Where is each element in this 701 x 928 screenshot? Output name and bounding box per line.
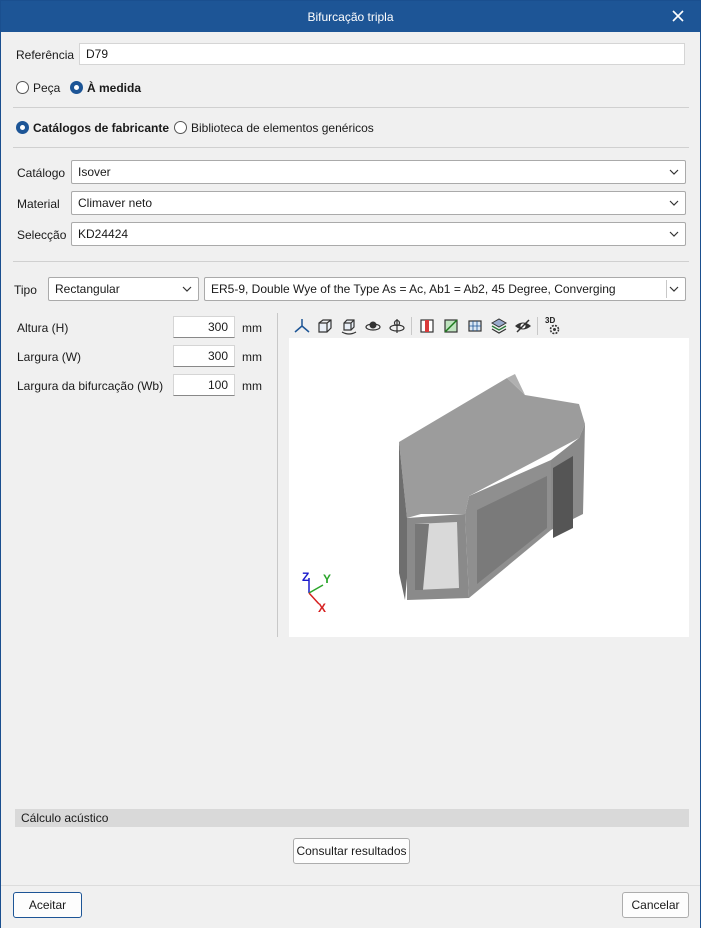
gear-icon <box>549 324 560 335</box>
y-axis-label: Y <box>323 572 331 586</box>
seleccao-label: Selecção <box>17 228 67 242</box>
axes-icon[interactable] <box>293 317 311 335</box>
catalogos-radio[interactable] <box>16 121 29 134</box>
biblioteca-label[interactable]: Biblioteca de elementos genéricos <box>191 121 374 135</box>
tipo-model-select[interactable]: ER5-9, Double Wye of the Type As = Ac, A… <box>204 277 686 301</box>
duct-3d-model: Z Y X <box>302 374 585 615</box>
referencia-label: Referência <box>16 48 75 62</box>
duct-right-opening <box>553 456 573 538</box>
catalogos-label[interactable]: Catálogos de fabricante <box>33 121 169 135</box>
divider <box>13 147 689 148</box>
peca-label[interactable]: Peça <box>33 81 60 95</box>
close-icon[interactable] <box>670 8 686 24</box>
medida-radio[interactable] <box>70 81 83 94</box>
dialog-footer <box>1 885 700 928</box>
cancel-button[interactable]: Cancelar <box>622 892 689 918</box>
tipo-shape-value: Rectangular <box>55 282 120 296</box>
z-axis-label: Z <box>302 570 309 584</box>
y-axis-line <box>308 584 324 594</box>
3d-viewer[interactable]: Z Y X <box>289 338 689 637</box>
largura-bifurcacao-label: Largura da bifurcação (Wb) <box>17 379 164 393</box>
window-title: Bifurcação tripla <box>307 10 394 24</box>
grid-icon[interactable] <box>466 317 484 335</box>
cube-icon[interactable] <box>316 317 334 335</box>
title-bar: Bifurcação tripla <box>1 1 700 32</box>
divider <box>13 107 689 108</box>
tipo-label: Tipo <box>14 283 37 297</box>
layers-icon[interactable] <box>490 317 508 335</box>
tipo-model-value: ER5-9, Double Wye of the Type As = Ac, A… <box>211 282 616 296</box>
3d-settings-icon[interactable]: 3D <box>544 316 562 336</box>
toolbar-divider <box>411 317 412 335</box>
dialog-window: Bifurcação tripla Referência D79 Peça À … <box>0 0 701 928</box>
orbit-icon[interactable] <box>364 317 382 335</box>
tipo-shape-select[interactable]: Rectangular <box>48 277 199 301</box>
consultar-resultados-button[interactable]: Consultar resultados <box>293 838 410 864</box>
acoustic-section-header: Cálculo acústico <box>15 809 689 827</box>
chevron-down-icon <box>669 231 679 237</box>
catalogo-value: Isover <box>78 165 111 179</box>
accept-button[interactable]: Aceitar <box>13 892 82 918</box>
largura-bifurcacao-unit: mm <box>242 379 262 393</box>
altura-unit: mm <box>242 321 262 335</box>
peca-radio[interactable] <box>16 81 29 94</box>
altura-label: Altura (H) <box>17 321 69 335</box>
biblioteca-radio[interactable] <box>174 121 187 134</box>
visibility-icon[interactable] <box>514 317 532 335</box>
seleccao-value: KD24424 <box>78 227 129 241</box>
material-label: Material <box>17 197 60 211</box>
toolbar-divider <box>537 317 538 335</box>
chevron-down-icon <box>669 200 679 206</box>
largura-bifurcacao-input[interactable]: 100 <box>173 374 235 396</box>
material-value: Climaver neto <box>78 196 153 210</box>
largura-label: Largura (W) <box>17 350 82 364</box>
x-axis-label: X <box>318 601 326 615</box>
referencia-input[interactable]: D79 <box>79 43 685 65</box>
altura-input[interactable]: 300 <box>173 316 235 338</box>
largura-unit: mm <box>242 350 262 364</box>
material-select[interactable]: Climaver neto <box>71 191 686 215</box>
catalogo-select[interactable]: Isover <box>71 160 686 184</box>
catalogo-label: Catálogo <box>17 166 66 180</box>
rotate-axis-icon[interactable] <box>388 317 406 335</box>
panel-divider <box>277 313 278 637</box>
chevron-down-icon <box>669 286 679 292</box>
select-divider <box>666 280 667 298</box>
section-icon[interactable] <box>418 317 436 335</box>
seleccao-select[interactable]: KD24424 <box>71 222 686 246</box>
cube-rotate-icon[interactable] <box>340 317 358 335</box>
divider <box>13 261 689 262</box>
largura-input[interactable]: 300 <box>173 345 235 367</box>
chevron-down-icon <box>182 286 192 292</box>
chevron-down-icon <box>669 169 679 175</box>
medida-label[interactable]: À medida <box>87 81 141 95</box>
clip-icon[interactable] <box>442 317 460 335</box>
